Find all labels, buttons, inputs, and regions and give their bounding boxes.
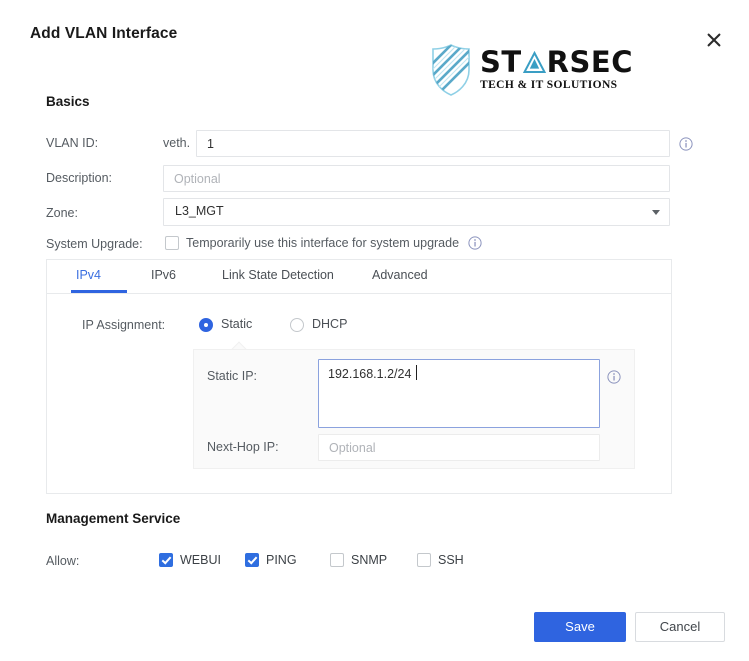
system-upgrade-label: System Upgrade: xyxy=(46,237,143,251)
radio-static-label[interactable]: Static xyxy=(221,317,252,331)
vlan-id-label: VLAN ID: xyxy=(46,136,99,150)
checkbox-ping-label[interactable]: PING xyxy=(266,553,297,567)
basics-heading: Basics xyxy=(46,94,90,109)
close-button[interactable] xyxy=(703,29,725,51)
next-hop-ip-input[interactable] xyxy=(318,434,600,461)
save-button[interactable]: Save xyxy=(534,612,626,642)
shield-logo-icon xyxy=(430,44,472,96)
ip-assignment-label: IP Assignment: xyxy=(82,318,166,332)
brand-logo: ST RSEC TECH & IT SOLUTIONS xyxy=(430,44,633,96)
text-cursor xyxy=(416,365,417,380)
static-ip-textarea[interactable] xyxy=(318,359,600,428)
static-ip-label: Static IP: xyxy=(207,369,258,383)
brand-tagline: TECH & IT SOLUTIONS xyxy=(480,79,618,92)
zone-select-value: L3_MGT xyxy=(175,204,224,218)
allow-label: Allow: xyxy=(46,554,80,568)
radio-dhcp-label[interactable]: DHCP xyxy=(312,317,347,331)
checkbox-ssh-label[interactable]: SSH xyxy=(438,553,464,567)
chevron-down-icon xyxy=(652,210,660,215)
zone-label: Zone: xyxy=(46,206,78,220)
tab-advanced[interactable]: Advanced xyxy=(372,268,428,282)
checkbox-snmp-label[interactable]: SNMP xyxy=(351,553,387,567)
next-hop-ip-label: Next-Hop IP: xyxy=(207,440,279,454)
active-tab-indicator xyxy=(71,290,127,293)
radio-static[interactable] xyxy=(199,318,213,332)
checkbox-ssh[interactable] xyxy=(417,553,431,567)
description-label: Description: xyxy=(46,171,112,185)
zone-select[interactable]: L3_MGT xyxy=(163,198,670,226)
vlan-id-input[interactable] xyxy=(196,130,670,157)
brand-a-triangle-icon xyxy=(522,51,546,74)
brand-text: ST RSEC TECH & IT SOLUTIONS xyxy=(480,48,633,92)
info-icon[interactable] xyxy=(679,137,693,151)
management-service-heading: Management Service xyxy=(46,511,181,526)
tab-ipv4[interactable]: IPv4 xyxy=(76,268,101,282)
system-upgrade-checkbox-label[interactable]: Temporarily use this interface for syste… xyxy=(186,236,459,250)
checkbox-ping[interactable] xyxy=(245,553,259,567)
tab-ipv6[interactable]: IPv6 xyxy=(151,268,176,282)
cancel-button[interactable]: Cancel xyxy=(635,612,725,642)
brand-name-part1: ST xyxy=(480,45,522,80)
close-icon xyxy=(707,33,721,47)
checkbox-webui-label[interactable]: WEBUI xyxy=(180,553,221,567)
page-title: Add VLAN Interface xyxy=(30,25,178,42)
vlan-id-prefix: veth. xyxy=(163,136,191,150)
info-icon[interactable] xyxy=(468,236,482,250)
brand-name-part2: RSEC xyxy=(546,45,633,80)
checkbox-webui[interactable] xyxy=(159,553,173,567)
radio-dhcp[interactable] xyxy=(290,318,304,332)
info-icon[interactable] xyxy=(607,370,621,384)
tab-bar: IPv4 IPv6 Link State Detection Advanced xyxy=(47,260,671,294)
tab-link-state-detection[interactable]: Link State Detection xyxy=(222,268,334,282)
checkbox-snmp[interactable] xyxy=(330,553,344,567)
description-input[interactable] xyxy=(163,165,670,192)
brand-wordmark: ST RSEC xyxy=(480,48,633,77)
system-upgrade-checkbox[interactable] xyxy=(165,236,179,250)
